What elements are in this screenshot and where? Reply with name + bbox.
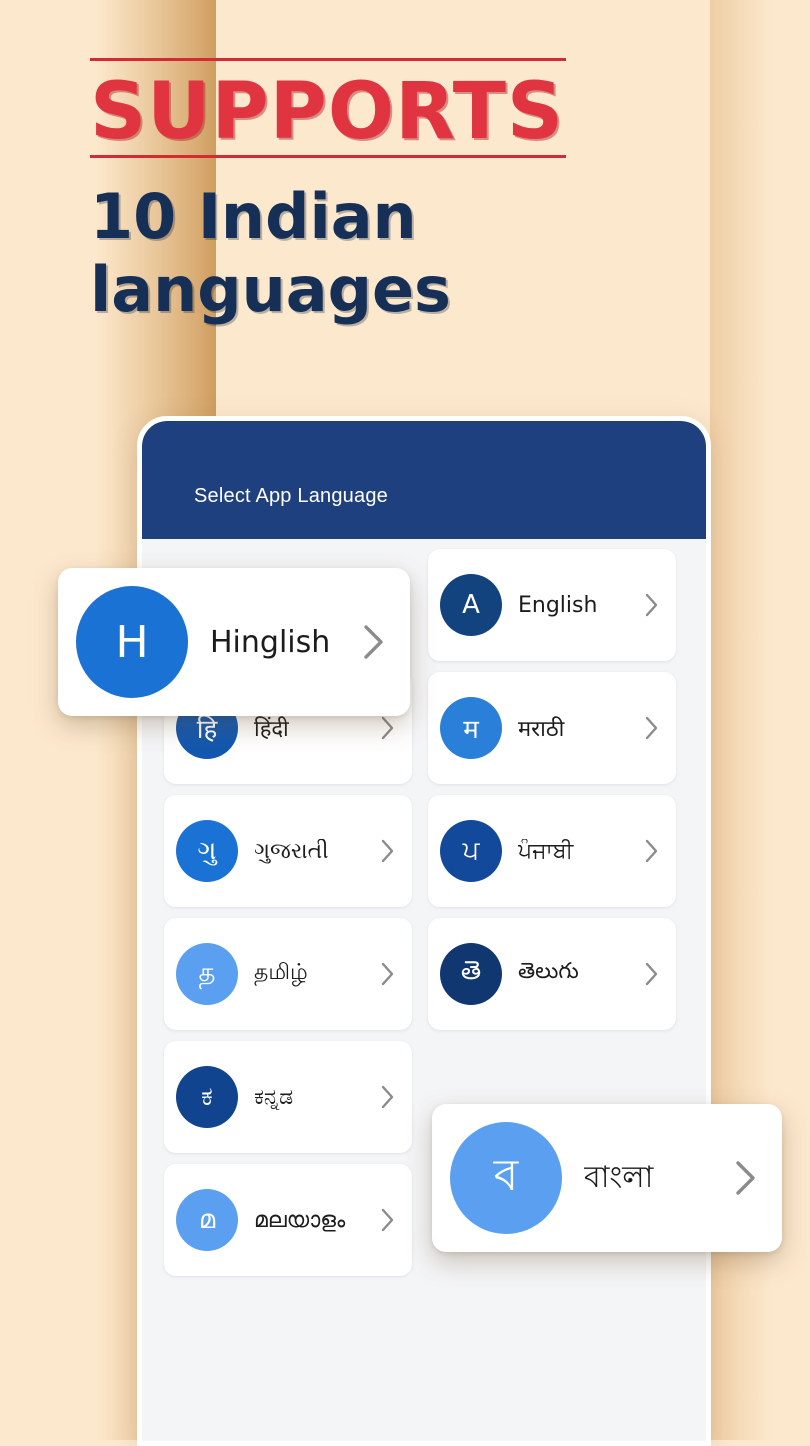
language-avatar-tamil: த — [176, 943, 238, 1005]
language-row: ગુ ગુજરાતી ਪ ਪੰਜਾਬੀ — [164, 795, 694, 907]
language-label-tamil: தமிழ் — [254, 960, 308, 985]
floating-card-hinglish[interactable]: H Hinglish — [58, 568, 410, 716]
chevron-right-icon[interactable] — [360, 622, 388, 662]
headline-subtitle: 10 Indian languages — [90, 180, 451, 327]
chevron-right-icon[interactable] — [378, 960, 398, 988]
language-avatar-hinglish: H — [76, 586, 188, 698]
chevron-right-icon[interactable] — [378, 714, 398, 742]
app-bar: Select App Language — [142, 421, 706, 539]
language-card-malayalam[interactable]: മ മലയാളം — [164, 1164, 412, 1276]
language-label-english: English — [518, 592, 598, 618]
language-label-malayalam: മലയാളം — [254, 1207, 346, 1233]
language-label-telugu: తెలుగు — [518, 959, 579, 984]
chevron-right-icon[interactable] — [642, 960, 662, 988]
chevron-right-icon[interactable] — [642, 591, 662, 619]
language-label-hinglish: Hinglish — [210, 624, 331, 660]
language-card-marathi[interactable]: म मराठी — [428, 672, 676, 784]
language-label-kannada: ಕನ್ನಡ — [254, 1084, 294, 1110]
app-bar-title: Select App Language — [194, 485, 388, 507]
language-label-marathi: मराठी — [518, 717, 565, 742]
headline-rule-top — [90, 58, 566, 61]
language-avatar-punjabi: ਪ — [440, 820, 502, 882]
chevron-right-icon[interactable] — [642, 837, 662, 865]
chevron-right-icon[interactable] — [732, 1158, 760, 1198]
floating-card-bangla[interactable]: ব বাংলা — [432, 1104, 782, 1252]
chevron-right-icon[interactable] — [378, 1206, 398, 1234]
language-avatar-malayalam: മ — [176, 1189, 238, 1251]
language-card-kannada[interactable]: ಕ ಕನ್ನಡ — [164, 1041, 412, 1153]
language-avatar-gujarati: ગુ — [176, 820, 238, 882]
language-label-punjabi: ਪੰਜਾਬੀ — [518, 838, 574, 864]
language-avatar-english: A — [440, 574, 502, 636]
language-row: த தமிழ் తె తెలుగు — [164, 918, 694, 1030]
language-avatar-kannada: ಕ — [176, 1066, 238, 1128]
language-avatar-marathi: म — [440, 697, 502, 759]
language-avatar-telugu: తె — [440, 943, 502, 1005]
chevron-right-icon[interactable] — [378, 1083, 398, 1111]
chevron-right-icon[interactable] — [642, 714, 662, 742]
headline-eyebrow: SUPPORTS — [90, 67, 565, 157]
language-card-tamil[interactable]: த தமிழ் — [164, 918, 412, 1030]
language-card-telugu[interactable]: తె తెలుగు — [428, 918, 676, 1030]
chevron-right-icon[interactable] — [378, 837, 398, 865]
language-card-punjabi[interactable]: ਪ ਪੰਜਾਬੀ — [428, 795, 676, 907]
language-label-bangla: বাংলা — [584, 1159, 654, 1195]
language-card-gujarati[interactable]: ગુ ગુજરાતી — [164, 795, 412, 907]
language-card-english[interactable]: A English — [428, 549, 676, 661]
language-label-hindi: हिंदी — [254, 717, 289, 742]
language-avatar-bangla: ব — [450, 1122, 562, 1234]
language-label-gujarati: ગુજરાતી — [254, 838, 329, 864]
headline-block: SUPPORTS 10 Indian languages — [90, 58, 650, 326]
